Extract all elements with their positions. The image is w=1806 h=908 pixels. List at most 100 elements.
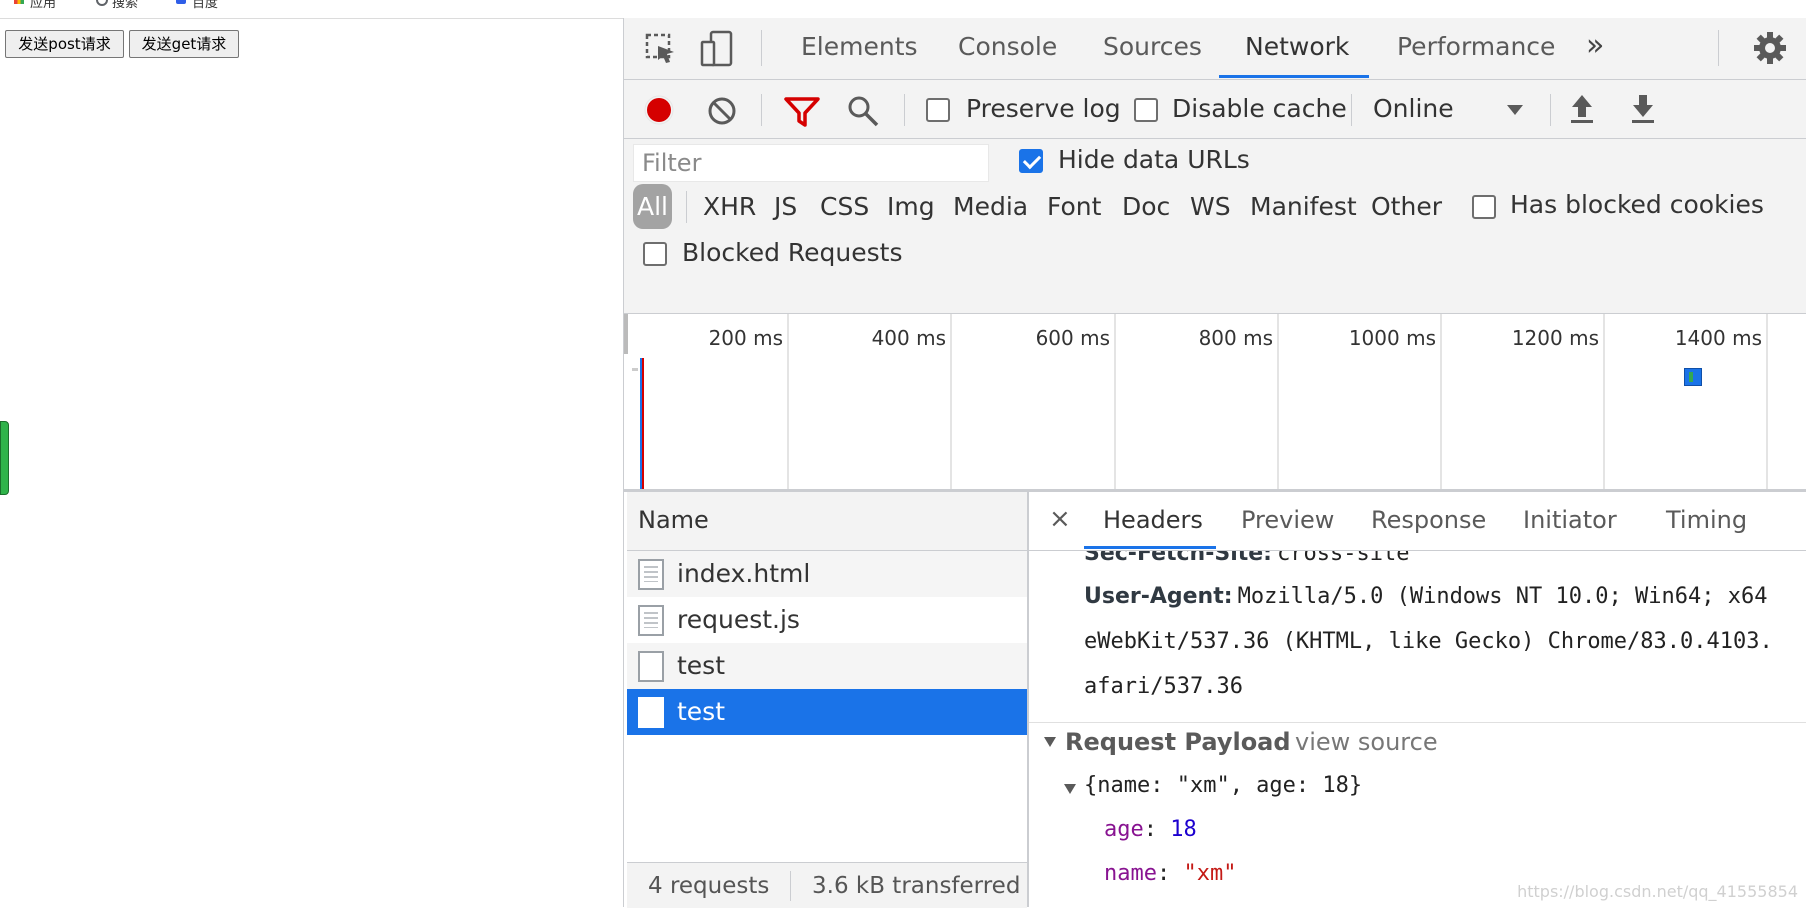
type-filter-media[interactable]: Media bbox=[951, 192, 1030, 221]
watermark: https://blog.csdn.net/qq_41555854 bbox=[1517, 882, 1798, 901]
throttling-select[interactable]: Online bbox=[1373, 94, 1454, 123]
globe-icon bbox=[96, 0, 108, 6]
bookmark-apps[interactable]: 应用 bbox=[30, 0, 56, 11]
devtools-tabbar: Elements Console Sources Network Perform… bbox=[624, 18, 1806, 80]
tab-console[interactable]: Console bbox=[958, 32, 1057, 61]
import-har-icon[interactable] bbox=[1568, 92, 1596, 126]
overview-resize-handle[interactable] bbox=[624, 314, 628, 354]
has-blocked-cookies-checkbox[interactable] bbox=[1472, 195, 1496, 219]
tick-label: 1200 ms bbox=[1511, 326, 1599, 350]
payload-summary[interactable]: {name: "xm", age: 18} bbox=[1084, 773, 1362, 798]
tick-label: 200 ms bbox=[708, 326, 783, 350]
close-details-button[interactable]: × bbox=[1049, 504, 1071, 534]
request-bar-waiting bbox=[1689, 372, 1693, 382]
toolbar-separator bbox=[761, 94, 762, 126]
bookmark-search[interactable]: 搜索 bbox=[112, 0, 138, 11]
type-filter-xhr[interactable]: XHR bbox=[701, 192, 758, 221]
inspect-element-icon[interactable] bbox=[644, 32, 678, 66]
type-filter-doc[interactable]: Doc bbox=[1120, 192, 1172, 221]
search-icon[interactable] bbox=[846, 94, 880, 128]
type-filter-css[interactable]: CSS bbox=[818, 192, 871, 221]
blocked-requests-label: Blocked Requests bbox=[682, 238, 903, 267]
request-bar bbox=[1684, 368, 1702, 386]
toolbar-separator bbox=[1550, 94, 1551, 126]
tab-preview[interactable]: Preview bbox=[1241, 506, 1334, 534]
type-filter-font[interactable]: Font bbox=[1045, 192, 1103, 221]
type-filter-other[interactable]: Other bbox=[1369, 192, 1444, 221]
header-key: Sec-Fetch-Site: bbox=[1084, 551, 1272, 566]
payload-field-name: name: "xm" bbox=[1104, 861, 1236, 886]
tab-performance[interactable]: Performance bbox=[1397, 32, 1555, 61]
active-detail-tab-indicator bbox=[1084, 546, 1216, 549]
request-bar bbox=[632, 368, 638, 371]
tick-label: 1400 ms bbox=[1674, 326, 1762, 350]
filter-icon[interactable] bbox=[784, 96, 820, 128]
filter-bar: Hide data URLs All XHR JS CSS Img Media … bbox=[624, 139, 1806, 314]
type-filter-ws[interactable]: WS bbox=[1188, 192, 1233, 221]
tick-label: 600 ms bbox=[1035, 326, 1110, 350]
hide-data-urls-checkbox[interactable] bbox=[1019, 149, 1043, 173]
active-tab-indicator bbox=[1219, 75, 1369, 78]
bookmarks-bar: 应用 搜索 百度 bbox=[0, 0, 623, 19]
grid-line bbox=[787, 314, 789, 489]
tab-initiator[interactable]: Initiator bbox=[1523, 506, 1617, 534]
tab-network[interactable]: Network bbox=[1245, 32, 1349, 61]
tab-elements[interactable]: Elements bbox=[801, 32, 918, 61]
request-row-selected[interactable]: test bbox=[627, 689, 1027, 735]
request-name: test bbox=[677, 651, 726, 680]
expand-triangle-icon[interactable] bbox=[1063, 783, 1077, 795]
header-user-agent: User-Agent: Mozilla/5.0 (Windows NT 10.0… bbox=[1084, 584, 1767, 609]
request-row[interactable]: test bbox=[627, 643, 1027, 689]
name-column-label: Name bbox=[638, 506, 709, 534]
type-filter-img[interactable]: Img bbox=[885, 192, 937, 221]
type-filter-js[interactable]: JS bbox=[772, 192, 799, 221]
device-toolbar-icon[interactable] bbox=[700, 30, 734, 68]
send-post-button[interactable]: 发送post请求 bbox=[5, 30, 124, 58]
name-column-header[interactable]: Name bbox=[627, 492, 1027, 551]
payload-colon: : bbox=[1143, 817, 1171, 842]
tab-sources[interactable]: Sources bbox=[1103, 32, 1202, 61]
disable-cache-checkbox[interactable] bbox=[1134, 98, 1158, 122]
tab-timing[interactable]: Timing bbox=[1666, 506, 1747, 534]
bookmark-baidu[interactable]: 百度 bbox=[192, 0, 218, 11]
type-filter-all[interactable]: All bbox=[633, 184, 672, 229]
blocked-requests-checkbox[interactable] bbox=[643, 242, 667, 266]
hide-data-urls-label: Hide data URLs bbox=[1058, 145, 1250, 174]
record-icon[interactable] bbox=[643, 94, 675, 126]
grid-line bbox=[1766, 314, 1768, 489]
toolbar-separator bbox=[1351, 94, 1352, 126]
network-toolbar: Preserve log Disable cache Online bbox=[624, 80, 1806, 139]
request-payload-title[interactable]: Request Payload bbox=[1065, 728, 1291, 756]
request-row[interactable]: index.html bbox=[627, 551, 1027, 597]
tab-headers[interactable]: Headers bbox=[1103, 506, 1203, 534]
header-value: cross-site bbox=[1277, 551, 1410, 566]
type-filter-manifest[interactable]: Manifest bbox=[1248, 192, 1359, 221]
section-divider bbox=[1029, 722, 1806, 723]
extension-side-handle[interactable] bbox=[0, 421, 9, 495]
view-source-link[interactable]: view source bbox=[1295, 728, 1438, 756]
preserve-log-checkbox[interactable] bbox=[926, 98, 950, 122]
tab-response[interactable]: Response bbox=[1371, 506, 1486, 534]
settings-gear-icon[interactable] bbox=[1752, 30, 1788, 66]
payload-value: "xm" bbox=[1183, 861, 1237, 886]
send-get-button[interactable]: 发送get请求 bbox=[129, 30, 239, 58]
tabbar-separator bbox=[1718, 30, 1719, 66]
expand-triangle-icon[interactable] bbox=[1043, 736, 1057, 748]
filter-input[interactable] bbox=[633, 144, 989, 182]
details-tabbar: × Headers Preview Response Initiator Tim… bbox=[1029, 492, 1806, 551]
more-tabs-button[interactable]: » bbox=[1586, 28, 1604, 63]
request-list: Name index.html request.js test test 4 r… bbox=[627, 492, 1029, 908]
network-overview-timeline[interactable]: 200 ms 400 ms 600 ms 800 ms 1000 ms 1200… bbox=[624, 314, 1806, 492]
headers-content: Sec-Fetch-Site: cross-site User-Agent: M… bbox=[1029, 551, 1806, 907]
clear-icon[interactable] bbox=[706, 95, 738, 127]
header-value: Mozilla/5.0 (Windows NT 10.0; Win64; x64 bbox=[1237, 584, 1768, 609]
request-row[interactable]: request.js bbox=[627, 597, 1027, 643]
inspected-page: 应用 搜索 百度 发送post请求 发送get请求 bbox=[0, 0, 623, 907]
preserve-log-label: Preserve log bbox=[966, 94, 1121, 123]
type-filter-separator bbox=[686, 191, 687, 223]
grid-line bbox=[1277, 314, 1279, 489]
chevron-down-icon[interactable] bbox=[1506, 104, 1524, 116]
request-name: request.js bbox=[677, 605, 800, 634]
request-count: 4 requests bbox=[648, 873, 770, 899]
export-har-icon[interactable] bbox=[1629, 92, 1657, 126]
